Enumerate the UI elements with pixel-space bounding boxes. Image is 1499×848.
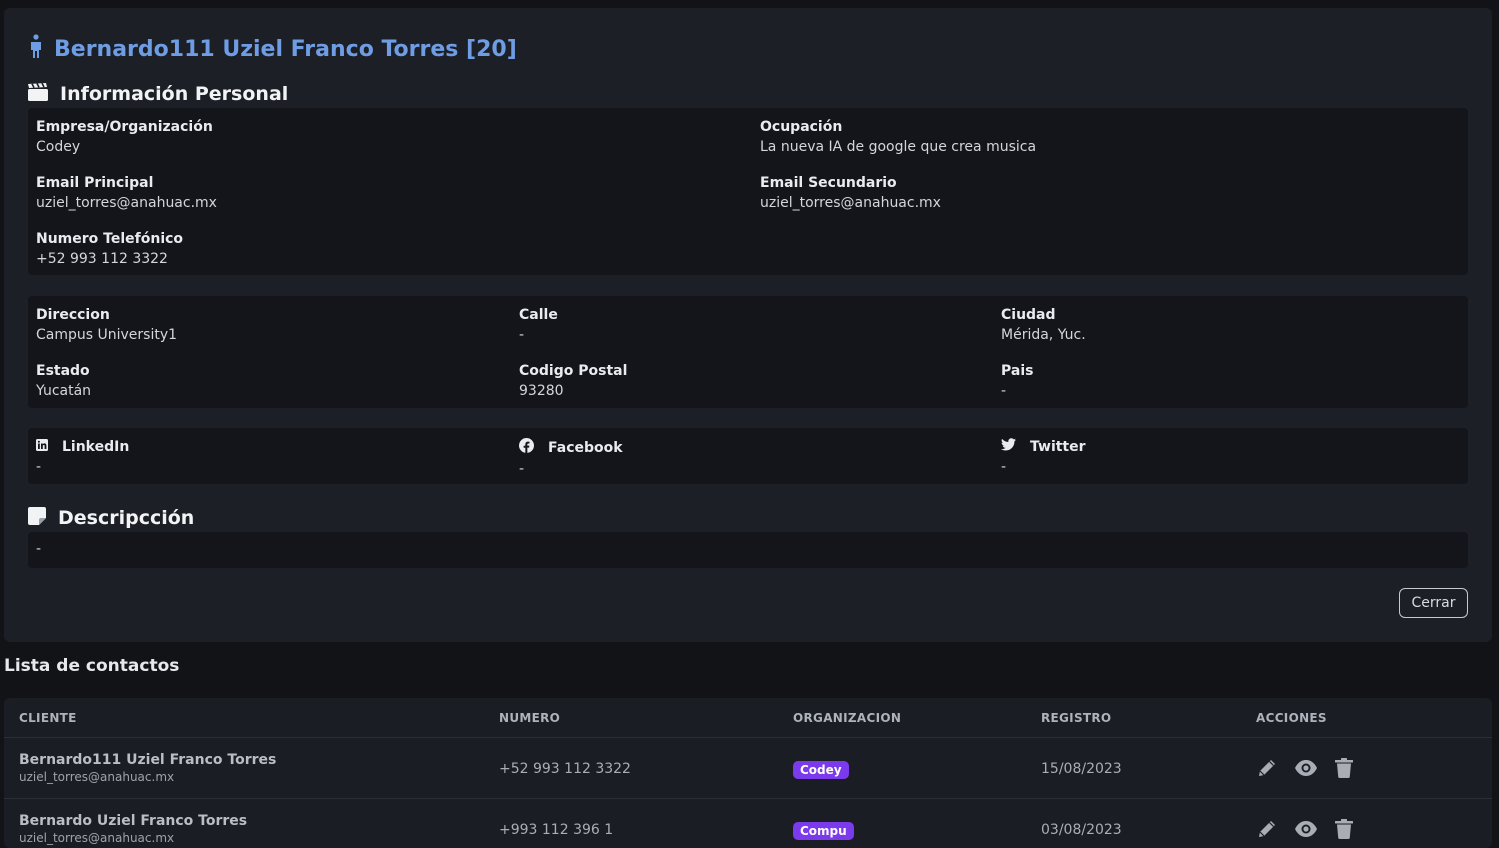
contact-title-text: Bernardo111 Uziel Franco Torres [20] [54, 36, 517, 62]
twitter-icon [1001, 438, 1016, 456]
column-header-acciones: ACCIONES [1256, 711, 1327, 725]
direccion-field: Direccion Campus University1 [36, 306, 177, 344]
delete-trash-icon[interactable] [1335, 819, 1353, 839]
description-heading-text: Descripcción [58, 507, 195, 529]
email-secondary-label: Email Secundario [760, 175, 897, 191]
row-actions [1257, 758, 1353, 778]
client-name: Bernardo Uziel Franco Torres [19, 813, 248, 829]
phone-label: Numero Telefónico [36, 231, 184, 247]
company-label: Empresa/Organización [36, 119, 213, 135]
contact-title: Bernardo111 Uziel Franco Torres [20] [28, 34, 517, 64]
company-field: Empresa/Organización Codey [36, 118, 213, 156]
twitter-field: Twitter - [1001, 438, 1086, 476]
table-row[interactable]: Bernardo Uziel Franco Torres uziel_torre… [4, 799, 1492, 848]
pais-label: Pais [1001, 363, 1034, 379]
pais-field: Pais - [1001, 362, 1033, 400]
edit-pencil-icon[interactable] [1257, 758, 1277, 778]
contacts-list-title: Lista de contactos [4, 656, 180, 676]
phone-value: +52 993 112 3322 [36, 251, 168, 267]
facebook-label: Facebook [548, 440, 623, 456]
personal-info-heading: Información Personal [28, 82, 288, 106]
occupation-field: Ocupación La nueva IA de google que crea… [760, 118, 1036, 156]
view-eye-icon[interactable] [1295, 760, 1317, 776]
date-cell: 15/08/2023 [1041, 761, 1122, 777]
column-header-organizacion[interactable]: ORGANIZACION [793, 711, 901, 725]
company-value: Codey [36, 139, 81, 155]
address-card: Direccion Campus University1 Calle - Ciu… [28, 296, 1468, 408]
twitter-value: - [1001, 459, 1007, 475]
calle-field: Calle - [519, 306, 558, 344]
row-actions [1257, 819, 1353, 839]
clapperboard-icon [28, 82, 48, 106]
postal-code-value: 93280 [519, 383, 564, 399]
description-text: - [36, 541, 42, 557]
direccion-label: Direccion [36, 307, 110, 323]
personal-info-card: Empresa/Organización Codey Ocupación La … [28, 108, 1468, 275]
email-primary-value: uziel_torres@anahuac.mx [36, 195, 217, 211]
email-primary-field: Email Principal uziel_torres@anahuac.mx [36, 174, 217, 212]
client-email: uziel_torres@anahuac.mx [19, 831, 175, 845]
contacts-table: CLIENTE NUMERO ORGANIZACION REGISTRO ACC… [4, 698, 1492, 848]
column-header-cliente[interactable]: CLIENTE [19, 711, 77, 725]
ciudad-label: Ciudad [1001, 307, 1056, 323]
estado-value: Yucatán [36, 383, 92, 399]
email-secondary-value: uziel_torres@anahuac.mx [760, 195, 941, 211]
social-card: LinkedIn - Facebook - Twitter - [28, 428, 1468, 484]
description-card: - [28, 532, 1468, 568]
delete-trash-icon[interactable] [1335, 758, 1353, 778]
person-icon [28, 34, 44, 64]
note-icon [28, 506, 46, 530]
direccion-value: Campus University1 [36, 327, 178, 343]
client-cell: Bernardo111 Uziel Franco Torres uziel_to… [19, 752, 276, 784]
contact-detail-modal: Bernardo111 Uziel Franco Torres [20] Inf… [4, 8, 1492, 642]
close-button[interactable]: Cerrar [1399, 588, 1468, 618]
client-cell: Bernardo Uziel Franco Torres uziel_torre… [19, 813, 247, 845]
twitter-label: Twitter [1030, 439, 1086, 455]
linkedin-field: LinkedIn - [36, 438, 129, 476]
linkedin-value: - [36, 459, 42, 475]
phone-field: Numero Telefónico +52 993 112 3322 [36, 230, 183, 268]
occupation-label: Ocupación [760, 119, 843, 135]
linkedin-icon [36, 438, 48, 456]
facebook-field: Facebook - [519, 438, 623, 478]
occupation-value: La nueva IA de google que crea musica [760, 139, 1037, 155]
facebook-icon [519, 438, 534, 458]
number-cell: +52 993 112 3322 [499, 761, 631, 777]
client-name: Bernardo111 Uziel Franco Torres [19, 752, 277, 768]
postal-code-label: Codigo Postal [519, 363, 628, 379]
facebook-value: - [519, 461, 525, 477]
view-eye-icon[interactable] [1295, 821, 1317, 837]
estado-label: Estado [36, 363, 90, 379]
pais-value: - [1001, 383, 1007, 399]
linkedin-label: LinkedIn [62, 439, 130, 455]
column-header-registro[interactable]: REGISTRO [1041, 711, 1111, 725]
calle-value: - [519, 327, 525, 343]
table-header: CLIENTE NUMERO ORGANIZACION REGISTRO ACC… [4, 698, 1492, 738]
column-header-numero[interactable]: NUMERO [499, 711, 560, 725]
calle-label: Calle [519, 307, 558, 323]
estado-field: Estado Yucatán [36, 362, 91, 400]
edit-pencil-icon[interactable] [1257, 819, 1277, 839]
client-email: uziel_torres@anahuac.mx [19, 770, 175, 784]
org-badge: Compu [793, 822, 854, 840]
personal-info-heading-text: Información Personal [60, 83, 289, 105]
description-heading: Descripcción [28, 506, 194, 530]
table-row[interactable]: Bernardo111 Uziel Franco Torres uziel_to… [4, 738, 1492, 799]
email-secondary-field: Email Secundario uziel_torres@anahuac.mx [760, 174, 941, 212]
postal-code-field: Codigo Postal 93280 [519, 362, 627, 400]
ciudad-value: Mérida, Yuc. [1001, 327, 1086, 343]
email-primary-label: Email Principal [36, 175, 154, 191]
org-badge: Codey [793, 761, 849, 779]
ciudad-field: Ciudad Mérida, Yuc. [1001, 306, 1086, 344]
